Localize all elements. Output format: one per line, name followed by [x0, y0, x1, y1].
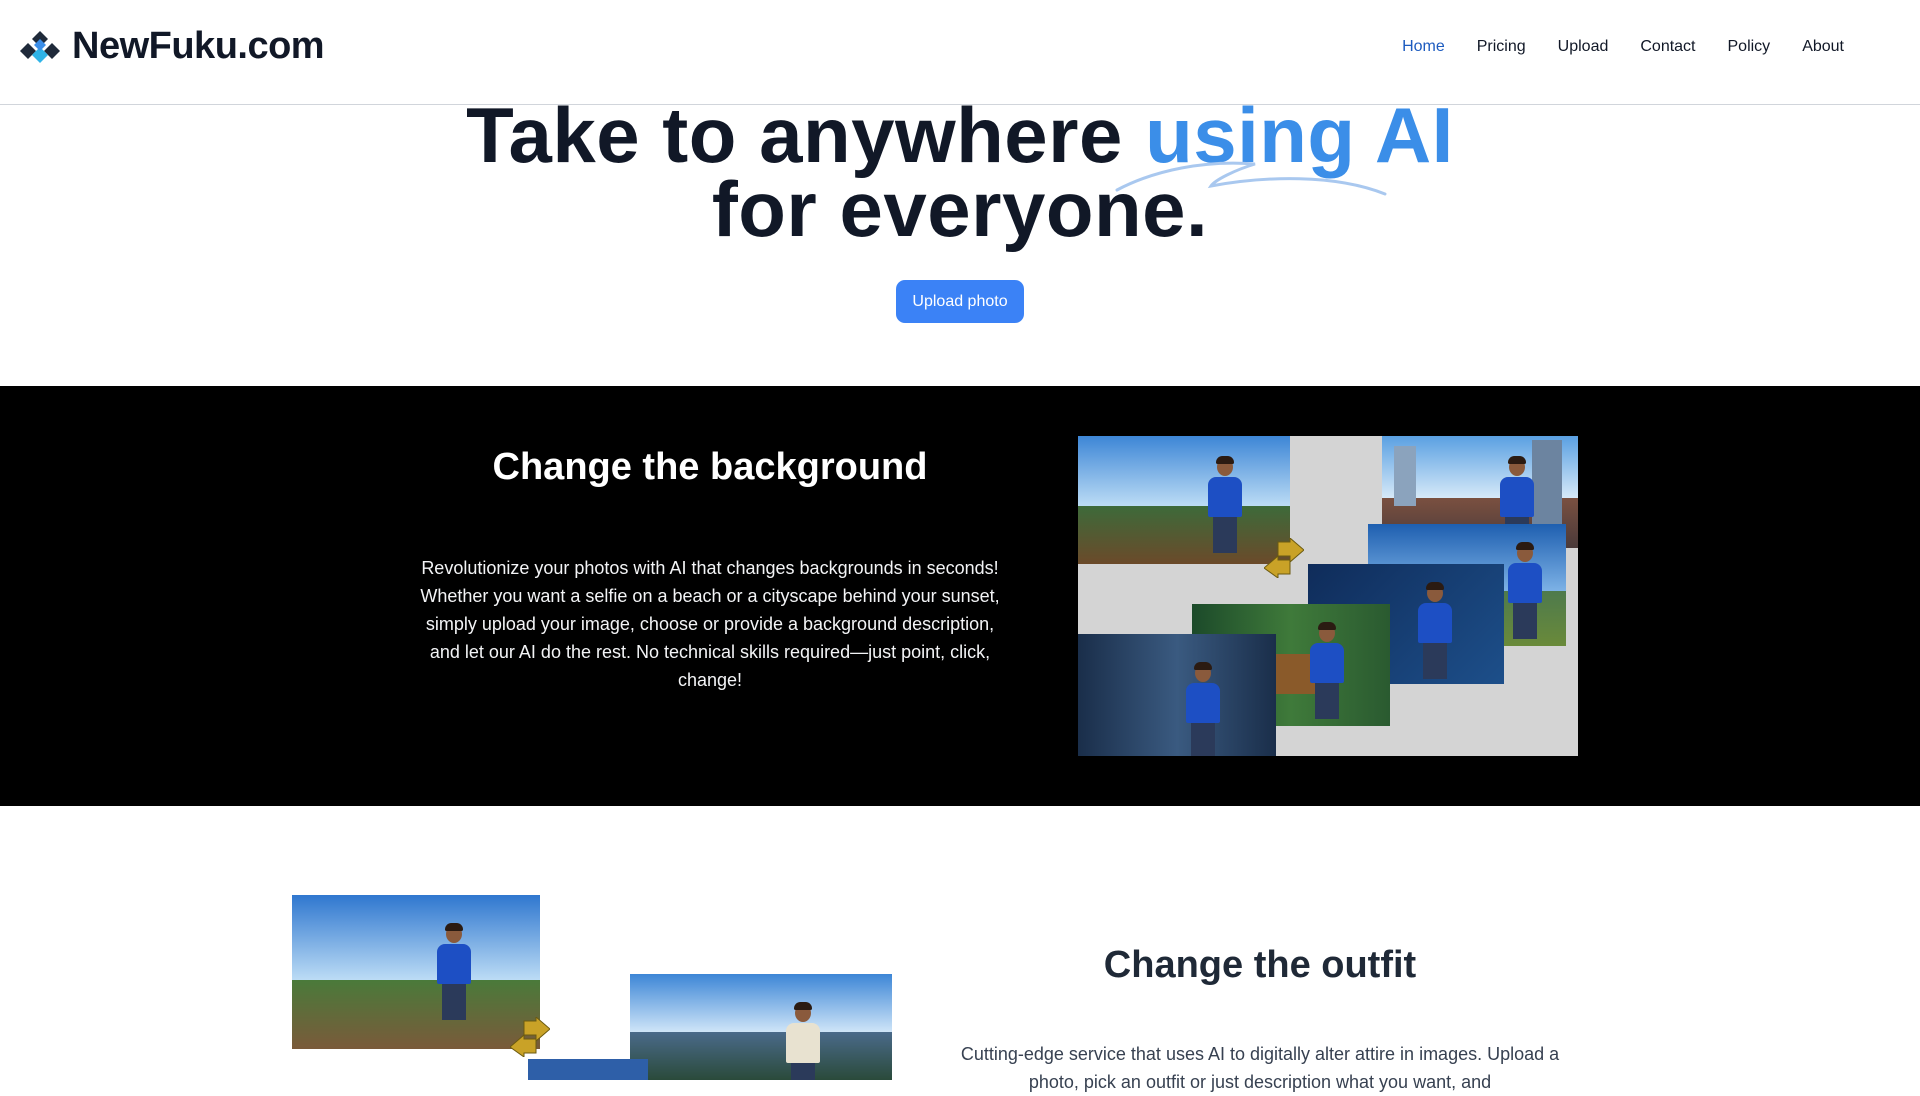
- nav-home[interactable]: Home: [1386, 36, 1461, 58]
- person-figure: [1310, 622, 1344, 719]
- person-figure: [1508, 542, 1542, 639]
- person-figure: [1208, 456, 1242, 553]
- logo-text: NewFuku.com: [72, 24, 325, 67]
- logo[interactable]: NewFuku.com: [18, 24, 325, 67]
- nav-upload[interactable]: Upload: [1542, 36, 1625, 58]
- person-figure: [437, 923, 471, 1020]
- hero-title: Take to anywhere using AI for everyone.: [0, 96, 1920, 248]
- upload-photo-button[interactable]: Upload photo: [896, 280, 1024, 323]
- section-description: Cutting-edge service that uses AI to dig…: [960, 1044, 1560, 1092]
- main-nav: Home Pricing Upload Contact Policy About: [1386, 36, 1860, 58]
- background-collage-image: [1078, 436, 1578, 756]
- change-background-section: Change the background Revolutionize your…: [0, 386, 1920, 806]
- logo-icon: [20, 31, 60, 63]
- nav-pricing[interactable]: Pricing: [1461, 36, 1542, 58]
- nav-about[interactable]: About: [1786, 36, 1860, 58]
- photo-tile: [1078, 436, 1290, 564]
- nav-contact[interactable]: Contact: [1624, 36, 1711, 58]
- person-figure: [786, 1002, 820, 1080]
- swap-arrows-icon: [510, 1017, 550, 1057]
- nav-policy[interactable]: Policy: [1712, 36, 1787, 58]
- person-figure: [1186, 662, 1220, 756]
- person-figure: [1418, 582, 1452, 679]
- photo-tile: [528, 1059, 648, 1080]
- underline-swoosh-icon: [1115, 161, 1387, 196]
- photo-tile: [630, 974, 892, 1080]
- section-title: Change the background: [492, 446, 928, 488]
- swap-arrows-icon: [1264, 538, 1304, 578]
- site-header: NewFuku.com Home Pricing Upload Contact …: [0, 0, 1920, 105]
- outfit-collage-image: [292, 895, 892, 1080]
- section-description: Revolutionize your photos with AI that c…: [420, 558, 1000, 690]
- section-title: Change the outfit: [1103, 944, 1417, 986]
- photo-tile: [1078, 634, 1276, 756]
- photo-tile: [292, 895, 540, 1049]
